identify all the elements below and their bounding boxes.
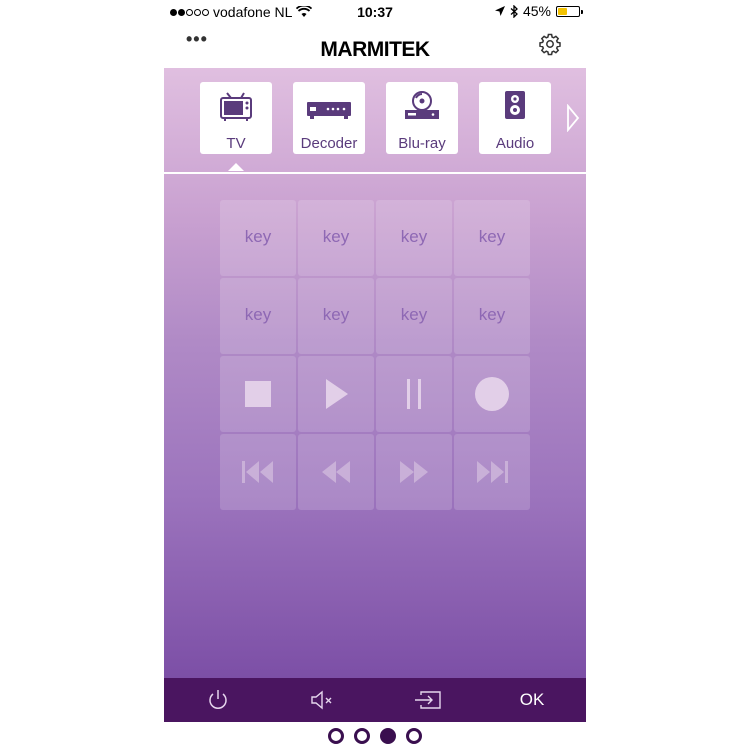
skip-back-button[interactable] bbox=[220, 434, 296, 510]
bluray-icon bbox=[405, 91, 439, 119]
selected-tab-pointer bbox=[228, 163, 244, 171]
page-indicator bbox=[0, 728, 750, 744]
tv-icon bbox=[220, 92, 252, 121]
stop-button[interactable] bbox=[220, 356, 296, 432]
device-tab-tv[interactable]: TV bbox=[200, 82, 272, 154]
bluetooth-icon bbox=[510, 4, 518, 18]
key-button[interactable]: key bbox=[454, 278, 530, 354]
device-label-bluray: Blu-ray bbox=[398, 135, 446, 152]
location-arrow-icon bbox=[494, 6, 505, 16]
chevron-right-icon[interactable] bbox=[566, 104, 580, 132]
play-icon bbox=[326, 379, 348, 409]
device-tabs: TV Decoder Blu-ray Audio bbox=[164, 82, 586, 162]
page-dot[interactable] bbox=[328, 728, 344, 744]
key-button[interactable]: key bbox=[454, 200, 530, 276]
input-source-button[interactable] bbox=[398, 678, 458, 722]
stop-icon bbox=[245, 381, 271, 407]
key-label: key bbox=[322, 305, 350, 324]
input-icon bbox=[415, 691, 441, 709]
remote-panel: TV Decoder Blu-ray Audio key key key key… bbox=[164, 68, 586, 678]
battery-icon bbox=[556, 5, 583, 17]
record-icon bbox=[475, 377, 509, 411]
key-button[interactable]: key bbox=[376, 200, 452, 276]
decoder-icon bbox=[307, 102, 351, 119]
tab-divider bbox=[164, 172, 586, 174]
page-dot[interactable] bbox=[354, 728, 370, 744]
fast-forward-icon bbox=[400, 461, 428, 483]
device-label-audio: Audio bbox=[495, 135, 535, 152]
page-dot[interactable] bbox=[406, 728, 422, 744]
battery-level bbox=[558, 7, 567, 15]
keypad-grid: key key key key key key key key bbox=[220, 200, 532, 510]
record-button[interactable] bbox=[454, 356, 530, 432]
pause-icon bbox=[407, 379, 421, 409]
gear-icon[interactable] bbox=[538, 32, 562, 56]
key-label: key bbox=[478, 305, 506, 324]
power-icon bbox=[209, 690, 227, 709]
mute-icon bbox=[311, 690, 332, 710]
device-tab-decoder[interactable]: Decoder bbox=[293, 82, 365, 154]
bottom-bar: OK bbox=[164, 678, 586, 722]
ok-button[interactable]: OK bbox=[502, 678, 562, 722]
key-button[interactable]: key bbox=[220, 278, 296, 354]
pause-button[interactable] bbox=[376, 356, 452, 432]
skip-back-icon bbox=[242, 461, 273, 483]
battery-percent: 45% bbox=[522, 3, 551, 19]
device-tab-bluray[interactable]: Blu-ray bbox=[386, 82, 458, 154]
key-button[interactable]: key bbox=[220, 200, 296, 276]
ok-label: OK bbox=[519, 690, 545, 709]
app-header: ••• MARMITEK bbox=[164, 24, 586, 68]
device-label-decoder: Decoder bbox=[300, 135, 358, 152]
key-label: key bbox=[478, 227, 506, 246]
device-tab-audio[interactable]: Audio bbox=[479, 82, 551, 154]
skip-forward-button[interactable] bbox=[454, 434, 530, 510]
speaker-icon bbox=[505, 91, 525, 119]
key-label: key bbox=[244, 227, 272, 246]
page-dot-active[interactable] bbox=[380, 728, 396, 744]
key-button[interactable]: key bbox=[376, 278, 452, 354]
key-button[interactable]: key bbox=[298, 278, 374, 354]
rewind-icon bbox=[322, 461, 350, 483]
key-label: key bbox=[400, 227, 428, 246]
play-button[interactable] bbox=[298, 356, 374, 432]
skip-forward-icon bbox=[477, 461, 508, 483]
key-label: key bbox=[400, 305, 428, 324]
fast-forward-button[interactable] bbox=[376, 434, 452, 510]
key-label: key bbox=[322, 227, 350, 246]
power-button[interactable] bbox=[188, 678, 248, 722]
rewind-button[interactable] bbox=[298, 434, 374, 510]
brand-logo: MARMITEK bbox=[320, 38, 430, 61]
mute-button[interactable] bbox=[292, 678, 352, 722]
key-label: key bbox=[244, 305, 272, 324]
status-right: 45% bbox=[494, 3, 583, 19]
device-label-tv: TV bbox=[226, 135, 246, 152]
status-bar: vodafone NL 10:37 45% bbox=[164, 0, 586, 24]
key-button[interactable]: key bbox=[298, 200, 374, 276]
